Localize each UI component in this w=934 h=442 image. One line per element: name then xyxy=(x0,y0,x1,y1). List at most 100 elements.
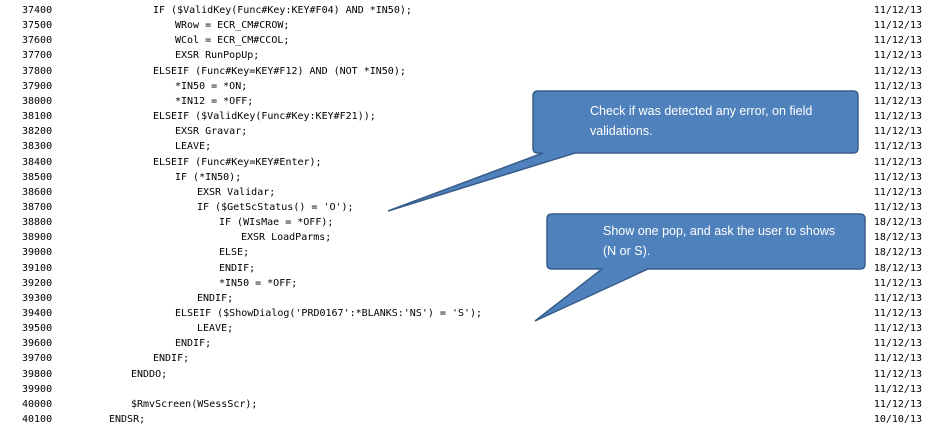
code-line: 38600 EXSR Validar; 11/12/13 xyxy=(0,185,934,200)
source-text: $RmvScreen(WSessScr); xyxy=(131,398,258,410)
line-sequence-number: 39700 xyxy=(22,353,53,365)
line-change-date: 11/12/13 xyxy=(873,292,922,304)
source-text: IF (*IN50); xyxy=(175,171,242,183)
line-sequence-number: 39100 xyxy=(22,262,53,274)
line-sequence-number: 38100 xyxy=(22,111,53,123)
source-text: *IN50 = *OFF; xyxy=(219,277,298,289)
source-text: IF (WIsMae = *OFF); xyxy=(219,217,334,229)
line-sequence-number: 38000 xyxy=(22,95,53,107)
line-change-date: 18/12/13 xyxy=(873,232,922,244)
line-change-date: 11/12/13 xyxy=(873,277,922,289)
code-line: 37900 *IN50 = *ON; 11/12/13 xyxy=(0,79,934,94)
source-text: ELSE; xyxy=(219,247,250,259)
line-sequence-number: 37900 xyxy=(22,80,53,92)
line-change-date: 11/12/13 xyxy=(873,50,922,62)
code-line: 39400 ELSEIF ($ShowDialog('PRD0167':*BLAN… xyxy=(0,306,934,321)
line-sequence-number: 38400 xyxy=(22,156,53,168)
source-text: EXSR RunPopUp; xyxy=(175,50,260,62)
line-sequence-number: 37800 xyxy=(22,65,53,77)
source-text: ENDSR; xyxy=(109,414,146,426)
line-change-date: 11/12/13 xyxy=(873,111,922,123)
line-change-date: 18/12/13 xyxy=(873,247,922,259)
line-change-date: 11/12/13 xyxy=(873,156,922,168)
line-change-date: 11/12/13 xyxy=(873,323,922,335)
line-sequence-number: 39800 xyxy=(22,368,53,380)
callout-error-check-line1: Check if was detected any error, on fiel… xyxy=(590,104,813,118)
source-text: ENDIF; xyxy=(219,262,256,274)
code-line: 39900 11/12/13 xyxy=(0,382,934,397)
line-sequence-number: 38600 xyxy=(22,186,53,198)
line-change-date: 11/12/13 xyxy=(873,80,922,92)
code-line: 40100 ENDSR; 10/10/13 xyxy=(0,412,934,427)
line-change-date: 11/12/13 xyxy=(873,186,922,198)
source-text: *IN50 = *ON; xyxy=(175,80,248,92)
code-line: 38300 LEAVE; 11/12/13 xyxy=(0,139,934,154)
line-change-date: 11/12/13 xyxy=(873,201,922,213)
source-text: ELSEIF (Func#Key=KEY#F12) AND (NOT *IN50… xyxy=(153,65,406,77)
line-change-date: 18/12/13 xyxy=(873,262,922,274)
line-sequence-number: 39000 xyxy=(22,247,53,259)
line-change-date: 11/12/13 xyxy=(873,141,922,153)
code-line: 37400 IF ($ValidKey(Func#Key:KEY#F04) AND… xyxy=(0,3,934,18)
source-text: EXSR LoadParms; xyxy=(241,232,332,244)
callout-show-dialog-text: Show one pop, and ask the user to shows … xyxy=(603,221,861,261)
line-change-date: 11/12/13 xyxy=(873,353,922,365)
code-line: 39200 *IN50 = *OFF; 11/12/13 xyxy=(0,276,934,291)
line-sequence-number: 39500 xyxy=(22,323,53,335)
callout-error-check-text: Check if was detected any error, on fiel… xyxy=(590,101,850,141)
line-sequence-number: 38800 xyxy=(22,217,53,229)
line-change-date: 11/12/13 xyxy=(873,20,922,32)
code-line: 38400 ELSEIF (Func#Key=KEY#Enter); 11/12/1… xyxy=(0,155,934,170)
source-text: EXSR Gravar; xyxy=(175,126,248,138)
code-line: 37500 WRow = ECR_CM#CROW; 11/12/13 xyxy=(0,18,934,33)
line-change-date: 11/12/13 xyxy=(873,308,922,319)
source-text: *IN12 = *OFF; xyxy=(175,95,254,107)
line-change-date: 11/12/13 xyxy=(873,368,922,380)
line-change-date: 10/10/13 xyxy=(873,414,922,426)
source-text: ENDIF; xyxy=(197,292,234,304)
code-line: 38700 IF ($GetScStatus() = 'O'); 11/12/13 xyxy=(0,200,934,215)
line-change-date: 11/12/13 xyxy=(873,35,922,47)
callout-error-check-line2: validations. xyxy=(590,124,653,138)
line-change-date: 11/12/13 xyxy=(873,5,922,16)
code-line: 37800 ELSEIF (Func#Key=KEY#F12) AND (NOT … xyxy=(0,64,934,79)
line-change-date: 11/12/13 xyxy=(873,95,922,107)
source-text: IF ($GetScStatus() = 'O'); xyxy=(197,201,354,213)
callout-show-dialog-line2: (N or S). xyxy=(603,244,651,258)
line-change-date: 11/12/13 xyxy=(873,171,922,183)
code-line: 39700 ENDIF; 11/12/13 xyxy=(0,351,934,366)
source-text: EXSR Validar; xyxy=(197,186,276,198)
line-sequence-number: 37400 xyxy=(22,5,53,16)
line-sequence-number: 40100 xyxy=(22,414,53,426)
source-text: IF ($ValidKey(Func#Key:KEY#F04) AND *IN5… xyxy=(153,5,412,16)
code-line: 39600 ENDIF; 11/12/13 xyxy=(0,336,934,351)
code-line: 38500 IF (*IN50); 11/12/13 xyxy=(0,170,934,185)
source-text: ENDIF; xyxy=(175,338,212,350)
source-text: ELSEIF (Func#Key=KEY#Enter); xyxy=(153,156,322,168)
code-line: 39800 ENDDO; 11/12/13 xyxy=(0,367,934,382)
code-line: 39300 ENDIF; 11/12/13 xyxy=(0,291,934,306)
line-sequence-number: 38200 xyxy=(22,126,53,138)
source-text: LEAVE; xyxy=(175,141,212,153)
line-sequence-number: 37500 xyxy=(22,20,53,32)
code-line: 39500 LEAVE; 11/12/13 xyxy=(0,321,934,336)
line-change-date: 18/12/13 xyxy=(873,217,922,229)
line-sequence-number: 39300 xyxy=(22,292,53,304)
line-sequence-number: 37700 xyxy=(22,50,53,62)
line-sequence-number: 39600 xyxy=(22,338,53,350)
callout-show-dialog-line1: Show one pop, and ask the user to shows xyxy=(603,224,836,238)
source-text: WRow = ECR_CM#CROW; xyxy=(175,20,290,32)
code-line: 37600 WCol = ECR_CM#CCOL; 11/12/13 xyxy=(0,33,934,48)
line-change-date: 11/12/13 xyxy=(873,338,922,350)
source-text: LEAVE; xyxy=(197,323,234,335)
source-text: WCol = ECR_CM#CCOL; xyxy=(175,35,290,47)
line-sequence-number: 39400 xyxy=(22,308,53,319)
line-change-date: 11/12/13 xyxy=(873,398,922,410)
source-text: ELSEIF ($ShowDialog('PRD0167':*BLANKS:'N… xyxy=(175,308,483,319)
line-sequence-number: 39200 xyxy=(22,277,53,289)
line-change-date: 11/12/13 xyxy=(873,383,922,395)
line-sequence-number: 37600 xyxy=(22,35,53,47)
code-line: 40000 $RmvScreen(WSessScr); 11/12/13 xyxy=(0,397,934,412)
line-sequence-number: 38900 xyxy=(22,232,53,244)
line-sequence-number: 38500 xyxy=(22,171,53,183)
